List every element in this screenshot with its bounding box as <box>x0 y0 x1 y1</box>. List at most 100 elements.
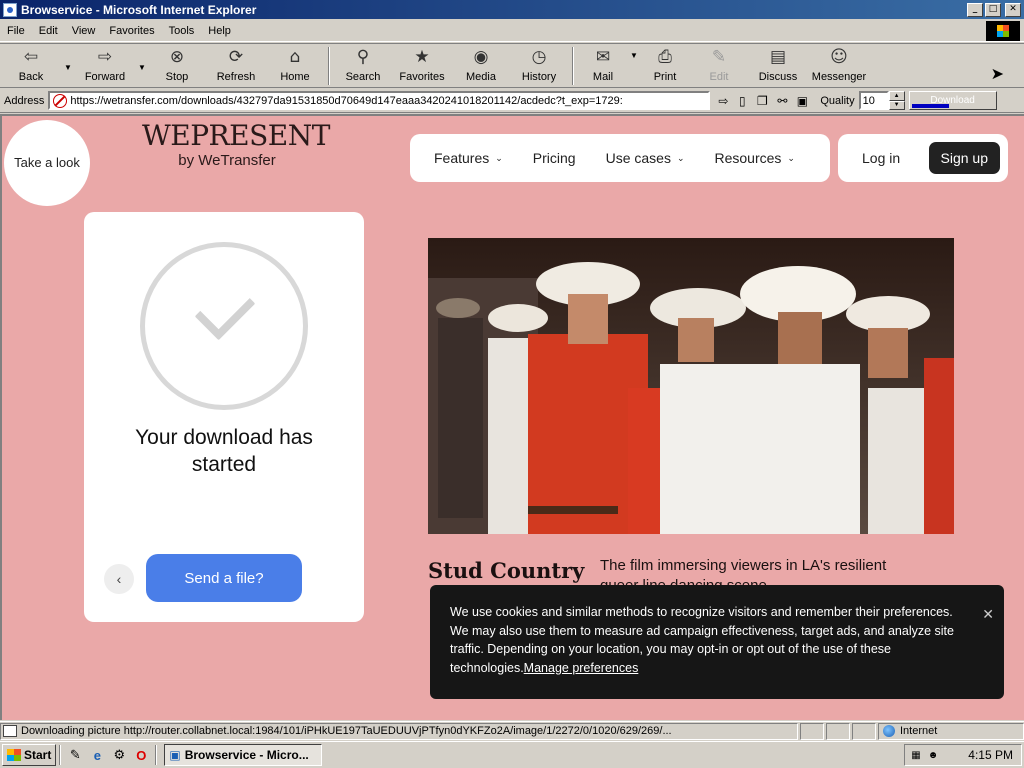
back-button[interactable]: ⇦ Back <box>0 47 62 85</box>
download-card: Your download has started ‹ Send a file? <box>84 212 364 622</box>
bookmark-icon[interactable]: ▯ <box>733 92 751 110</box>
menu-view[interactable]: View <box>65 25 103 37</box>
chevron-left-icon[interactable]: ‹ <box>104 564 134 594</box>
opera-icon[interactable]: O <box>132 746 150 764</box>
back-dropdown-icon[interactable]: ▼ <box>62 47 74 72</box>
users-icon[interactable]: ☻ <box>926 748 940 762</box>
stop-label: Stop <box>165 71 189 83</box>
quality-input[interactable]: 10 <box>858 91 889 110</box>
discuss-button[interactable]: ▤ Discuss <box>748 47 808 85</box>
maximize-button[interactable]: □ <box>985 2 1001 17</box>
nav-pricing[interactable]: Pricing <box>533 150 576 166</box>
story-photo[interactable] <box>428 238 954 534</box>
nav-features[interactable]: Features ⌄ <box>434 150 503 166</box>
menu-file[interactable]: File <box>0 25 32 37</box>
quality-label: Quality <box>820 94 855 107</box>
minimize-button[interactable]: _ <box>967 2 983 17</box>
ie-window-icon: ▣ <box>169 748 181 762</box>
home-button[interactable]: ⌂ Home <box>266 47 324 85</box>
signup-button[interactable]: Sign up <box>928 142 1000 174</box>
nav-resources[interactable]: Resources ⌄ <box>715 150 795 166</box>
paste-icon[interactable]: ▣ <box>793 92 811 110</box>
spin-down-icon[interactable]: ▼ <box>888 100 905 110</box>
security-zone: Internet <box>878 722 1024 740</box>
go-arrow-icon[interactable]: ⇨ <box>714 94 732 108</box>
nav-resources-label: Resources <box>714 150 782 166</box>
window-controls: _ □ ✕ <box>967 2 1021 17</box>
chevron-down-icon: ⌄ <box>787 152 795 163</box>
forward-button[interactable]: ⇨ Forward <box>74 47 136 85</box>
chevron-down-icon: ⌄ <box>676 152 685 163</box>
window-titlebar[interactable]: Browservice - Microsoft Internet Explore… <box>0 0 1024 19</box>
menu-help[interactable]: Help <box>201 25 238 37</box>
refresh-icon: ⟳ <box>228 46 244 67</box>
find-icon[interactable]: ⚯ <box>773 92 791 110</box>
manage-preferences-link[interactable]: Manage preferences <box>524 661 639 675</box>
address-bar: Address https://wetransfer.com/downloads… <box>0 89 1024 113</box>
page-icon <box>53 93 68 108</box>
status-text: Downloading picture http://router.collab… <box>21 725 672 737</box>
status-cell <box>826 722 850 740</box>
window-title: Browservice - Microsoft Internet Explore… <box>21 2 257 17</box>
forward-dropdown-icon[interactable]: ▼ <box>136 47 148 72</box>
discuss-icon: ▤ <box>769 46 787 67</box>
printer-icon: ⎙ <box>658 46 672 67</box>
cookie-banner: We use cookies and similar methods to re… <box>430 585 1004 699</box>
refresh-button[interactable]: ⟳ Refresh <box>206 47 266 85</box>
toolbar-separator <box>328 47 330 85</box>
globe-icon <box>883 725 895 737</box>
copy-icon[interactable]: ❐ <box>753 92 771 110</box>
arrow-left-icon: ⇦ <box>23 46 39 67</box>
spin-up-icon[interactable]: ▲ <box>888 91 905 101</box>
mail-icon: ✉ <box>595 46 611 67</box>
network-icon[interactable]: ▦ <box>909 748 923 762</box>
close-button[interactable]: ✕ <box>1005 2 1021 17</box>
media-button[interactable]: ◉ Media <box>452 47 510 85</box>
nav-use-cases[interactable]: Use cases ⌄ <box>606 150 685 166</box>
chevron-down-icon: ⌄ <box>495 152 503 163</box>
ie-quicklaunch-icon[interactable]: e <box>88 746 106 764</box>
edit-icon: ✎ <box>711 46 727 67</box>
search-label: Search <box>345 71 381 83</box>
messenger-button[interactable]: ☺ Messenger <box>808 47 870 85</box>
mail-label: Mail <box>592 71 614 83</box>
edit-button[interactable]: ✎ Edit <box>690 47 748 85</box>
history-button[interactable]: ◷ History <box>510 47 568 85</box>
status-text-panel: Downloading picture http://router.collab… <box>0 722 798 740</box>
brand-logo[interactable]: WEPRESENT by WeTransfer <box>142 120 330 170</box>
start-button[interactable]: Start <box>2 744 57 766</box>
menu-favorites[interactable]: Favorites <box>102 25 161 37</box>
login-link[interactable]: Log in <box>862 150 900 166</box>
favorites-icon: ★ <box>414 46 430 67</box>
settings-icon[interactable]: ⚙ <box>110 746 128 764</box>
brand-subtitle: by WeTransfer <box>178 152 276 169</box>
send-file-button[interactable]: Send a file? <box>146 554 302 602</box>
messenger-label: Messenger <box>811 71 867 83</box>
print-button[interactable]: ⎙ Print <box>640 47 690 85</box>
quality-spinner[interactable]: ▲ ▼ <box>888 91 905 110</box>
taskbar-window-button[interactable]: ▣ Browservice - Micro... <box>164 744 323 766</box>
address-input[interactable]: https://wetransfer.com/downloads/432797d… <box>48 91 711 110</box>
check-circle-icon <box>140 242 308 410</box>
back-label: Back <box>18 71 44 83</box>
menu-tools[interactable]: Tools <box>162 25 202 37</box>
search-icon: ⚲ <box>356 46 370 67</box>
search-button[interactable]: ⚲ Search <box>334 47 392 85</box>
favorites-label: Favorites <box>399 71 445 83</box>
close-icon[interactable]: ✕ <box>982 605 994 624</box>
page-viewport[interactable]: Take a look WEPRESENT by WeTransfer Feat… <box>0 114 1024 720</box>
take-a-look-badge[interactable]: Take a look <box>4 120 90 206</box>
tray-icons: ▦ ☻ <box>909 748 940 762</box>
download-button[interactable]: Download <box>908 91 997 110</box>
favorites-button[interactable]: ★ Favorites <box>392 47 452 85</box>
story-title[interactable]: Stud Country <box>428 558 584 583</box>
show-desktop-icon[interactable]: ✎ <box>66 746 84 764</box>
mail-dropdown-icon[interactable]: ▼ <box>628 47 640 60</box>
windows-logo-icon <box>986 21 1020 41</box>
mail-button[interactable]: ✉ Mail <box>578 47 628 85</box>
stop-button[interactable]: ⊗ Stop <box>148 47 206 85</box>
menu-edit[interactable]: Edit <box>32 25 65 37</box>
clock[interactable]: 4:15 PM <box>968 748 1013 762</box>
zone-label: Internet <box>900 725 938 737</box>
nav-features-label: Features <box>434 150 490 166</box>
